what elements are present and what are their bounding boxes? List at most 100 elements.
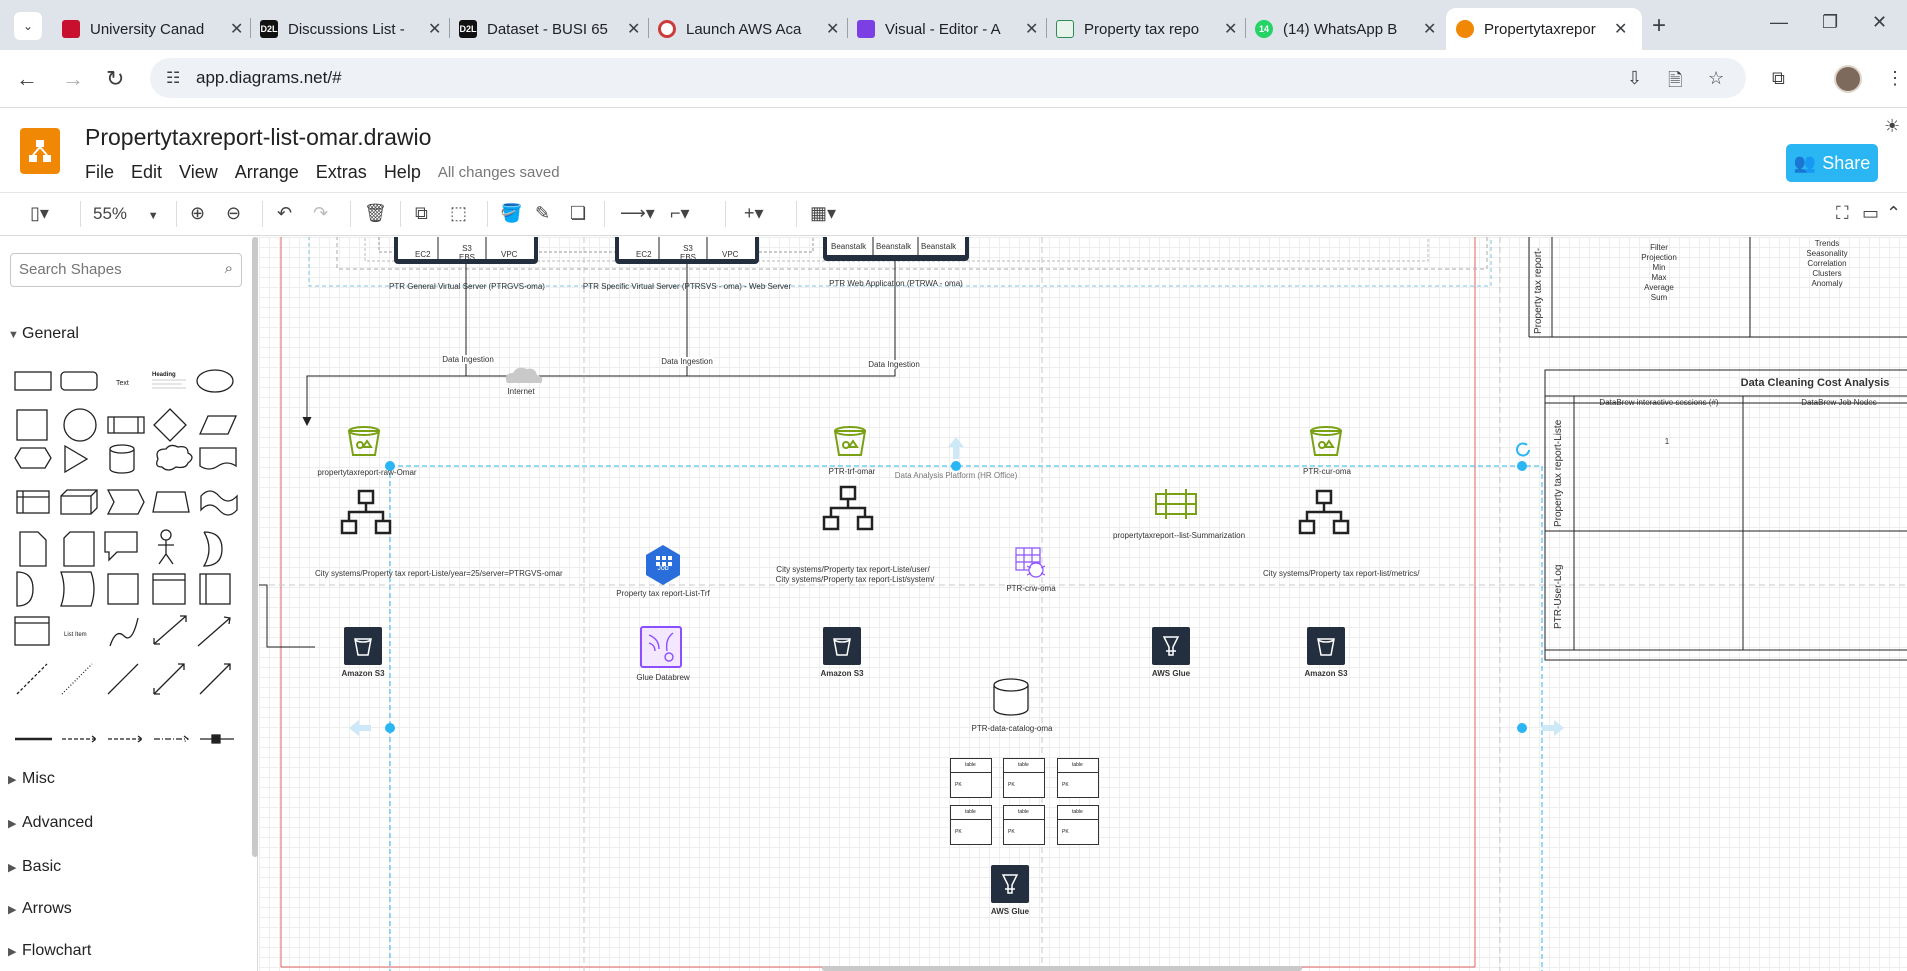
redo-icon[interactable]: ↷ bbox=[313, 203, 328, 224]
section-flowchart[interactable]: ▶ Flowchart bbox=[8, 942, 91, 960]
glue-databrew-icon[interactable] bbox=[640, 626, 682, 668]
section-general[interactable]: ▼ General bbox=[8, 325, 79, 343]
step-functions-icon[interactable] bbox=[1155, 489, 1197, 519]
catalog-table[interactable]: table PK bbox=[950, 805, 992, 845]
bookmark-star-icon[interactable]: ☆ bbox=[1708, 68, 1724, 89]
collapse-chevron-icon[interactable]: ⌃ bbox=[1886, 203, 1901, 224]
data-catalog-cylinder-icon[interactable] bbox=[993, 678, 1029, 716]
format-panel-icon[interactable]: ▭ bbox=[1862, 203, 1879, 224]
table-icon[interactable]: ▦▾ bbox=[810, 203, 836, 224]
menu-extras[interactable]: Extras bbox=[316, 162, 367, 183]
browser-tab[interactable]: D2L Dataset - BUSI 65 ✕ bbox=[449, 8, 650, 50]
university-favicon-icon bbox=[62, 20, 80, 38]
close-tab-icon[interactable]: ✕ bbox=[1025, 19, 1038, 39]
close-tab-icon[interactable]: ✕ bbox=[428, 19, 441, 39]
crawler-icon[interactable] bbox=[1015, 547, 1046, 578]
close-tab-icon[interactable]: ✕ bbox=[1224, 19, 1237, 39]
waypoints-icon[interactable]: ⌐▾ bbox=[670, 203, 690, 224]
menu-help[interactable]: Help bbox=[384, 162, 421, 183]
amazon-s3-icon[interactable] bbox=[1307, 627, 1345, 665]
browser-tab[interactable]: D2L Discussions List - ✕ bbox=[250, 8, 451, 50]
restore-icon[interactable]: ❐ bbox=[1822, 12, 1838, 33]
catalog-table[interactable]: table PK bbox=[950, 758, 992, 798]
fullscreen-icon[interactable]: ⛶ bbox=[1836, 203, 1849, 224]
undo-icon[interactable]: ↶ bbox=[277, 203, 292, 224]
close-tab-icon[interactable]: ✕ bbox=[1614, 19, 1627, 39]
to-front-icon[interactable]: ⧉ bbox=[415, 203, 428, 224]
diagram-canvas[interactable]: EC2 S3 EBS VPC PTR General Virtual Serve… bbox=[259, 237, 1907, 971]
theme-sun-icon[interactable]: ☀ bbox=[1884, 116, 1900, 137]
catalog-table[interactable]: table PK bbox=[1057, 758, 1099, 798]
download-icon[interactable]: 🗎 bbox=[1668, 68, 1682, 98]
s3-bucket-icon[interactable] bbox=[347, 426, 381, 456]
general-shapes-grid[interactable]: Text Heading List Item bbox=[12, 364, 242, 784]
fill-color-icon[interactable]: 🪣 bbox=[500, 203, 522, 224]
forward-arrow-icon[interactable]: → bbox=[62, 66, 84, 92]
hierarchy-icon[interactable] bbox=[822, 485, 874, 531]
close-tab-icon[interactable]: ✕ bbox=[627, 19, 640, 39]
aws-glue-icon[interactable] bbox=[1152, 627, 1190, 665]
canvas-scrollbar[interactable] bbox=[822, 966, 1302, 971]
browser-tab[interactable]: Visual - Editor - A ✕ bbox=[847, 8, 1048, 50]
back-arrow-icon[interactable]: ← bbox=[16, 66, 38, 92]
section-advanced[interactable]: ▶ Advanced bbox=[8, 814, 93, 832]
url-text[interactable]: app.diagrams.net/# bbox=[196, 68, 342, 88]
aws-glue-icon[interactable] bbox=[991, 865, 1029, 903]
catalog-table[interactable]: table PK bbox=[1057, 805, 1099, 845]
rotate-handle-icon[interactable] bbox=[1516, 442, 1530, 457]
amazon-s3-icon[interactable] bbox=[344, 627, 382, 665]
insert-plus-icon[interactable]: +▾ bbox=[744, 203, 764, 224]
s3-bucket-icon[interactable] bbox=[833, 426, 867, 456]
sidebar-scrollbar[interactable] bbox=[252, 237, 258, 857]
zoom-select[interactable]: 55% ▼ bbox=[93, 204, 159, 224]
close-tab-icon[interactable]: ✕ bbox=[826, 19, 839, 39]
search-shapes[interactable]: ⌕ bbox=[10, 253, 242, 287]
zoom-out-icon[interactable]: ⊖ bbox=[226, 203, 241, 224]
browser-tab[interactable]: Launch AWS Aca ✕ bbox=[648, 8, 849, 50]
menu-view[interactable]: View bbox=[179, 162, 218, 183]
section-arrows[interactable]: ▶ Arrows bbox=[8, 900, 72, 918]
browser-menu-icon[interactable]: ⋮ bbox=[1886, 68, 1904, 89]
caret-right-icon: ▶ bbox=[8, 904, 17, 916]
close-tab-icon[interactable]: ✕ bbox=[1423, 19, 1436, 39]
close-tab-icon[interactable]: ✕ bbox=[230, 19, 243, 39]
connection-arrow-icon[interactable]: ⟶▾ bbox=[620, 203, 655, 224]
reload-icon[interactable]: ↻ bbox=[106, 66, 124, 92]
delete-icon[interactable]: 🗑 bbox=[364, 203, 387, 224]
shadow-icon[interactable]: ❏ bbox=[570, 203, 586, 224]
search-input[interactable] bbox=[19, 261, 209, 278]
install-app-icon[interactable]: ⇩ bbox=[1627, 68, 1642, 89]
menu-file[interactable]: File bbox=[85, 162, 114, 183]
browser-tab-active[interactable]: Propertytaxrepor ✕ bbox=[1446, 8, 1642, 50]
d2l-favicon-icon: D2L bbox=[260, 20, 278, 38]
profile-avatar[interactable] bbox=[1834, 65, 1862, 93]
hierarchy-icon[interactable] bbox=[1298, 489, 1350, 535]
section-basic[interactable]: ▶ Basic bbox=[8, 858, 61, 876]
catalog-table[interactable]: table PK bbox=[1003, 805, 1045, 845]
line-color-icon[interactable]: ✎ bbox=[535, 203, 550, 224]
omnibox[interactable]: ☷ app.diagrams.net/# bbox=[150, 58, 1746, 98]
format-panel-toggle-icon[interactable]: ▯▾ bbox=[30, 203, 49, 224]
browser-tab[interactable]: 14 (14) WhatsApp B ✕ bbox=[1245, 8, 1446, 50]
minimize-icon[interactable]: — bbox=[1770, 12, 1788, 33]
amazon-s3-icon[interactable] bbox=[823, 627, 861, 665]
zoom-in-icon[interactable]: ⊕ bbox=[190, 203, 205, 224]
internet-cloud-icon[interactable] bbox=[505, 367, 543, 383]
to-back-icon[interactable]: ⬚ bbox=[450, 203, 467, 224]
browser-tab[interactable]: University Canad ✕ bbox=[52, 8, 253, 50]
hierarchy-icon[interactable] bbox=[340, 489, 392, 535]
chart-favicon-icon bbox=[1056, 20, 1074, 38]
new-tab-button[interactable]: + bbox=[1652, 12, 1666, 40]
share-button[interactable]: 👥 Share bbox=[1786, 144, 1878, 182]
close-window-icon[interactable]: ✕ bbox=[1872, 12, 1887, 33]
menu-arrange[interactable]: Arrange bbox=[235, 162, 299, 183]
catalog-table[interactable]: table PK bbox=[1003, 758, 1045, 798]
site-settings-icon[interactable]: ☷ bbox=[166, 68, 180, 88]
document-title[interactable]: Propertytaxreport-list-omar.drawio bbox=[85, 124, 431, 151]
browser-tab[interactable]: Property tax repo ✕ bbox=[1046, 8, 1247, 50]
section-misc[interactable]: ▶ Misc bbox=[8, 770, 55, 788]
menu-edit[interactable]: Edit bbox=[131, 162, 162, 183]
extensions-puzzle-icon[interactable]: ⧉ bbox=[1772, 68, 1785, 89]
s3-bucket-icon[interactable] bbox=[1309, 426, 1343, 456]
tab-search-button[interactable]: ⌄ bbox=[14, 12, 42, 40]
